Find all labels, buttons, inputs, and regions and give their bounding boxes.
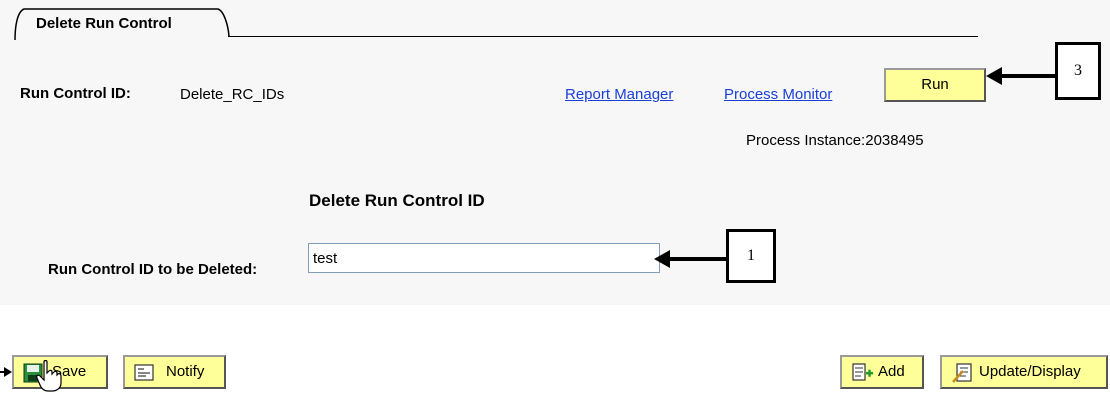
- run-control-id-value: Delete_RC_IDs: [180, 86, 285, 103]
- update-display-button[interactable]: Update/Display: [940, 355, 1108, 389]
- update-display-icon: [952, 363, 972, 383]
- notify-icon: [134, 364, 154, 381]
- tab-delete-run-control[interactable]: Delete Run Control: [14, 7, 230, 41]
- add-icon: [852, 363, 873, 381]
- report-manager-link[interactable]: Report Manager: [565, 86, 673, 103]
- delete-run-control-id-label: Run Control ID to be Deleted:: [48, 261, 258, 278]
- add-label: Add: [878, 363, 905, 380]
- callout-3: 3: [1055, 42, 1101, 100]
- delete-run-control-id-input[interactable]: [308, 243, 660, 273]
- process-instance: Process Instance:2038495: [746, 132, 924, 149]
- tab-label: Delete Run Control: [36, 15, 172, 32]
- add-button[interactable]: Add: [840, 355, 924, 389]
- hand-cursor-icon: [36, 360, 62, 392]
- callout-arrow-1: [654, 250, 727, 268]
- callout-1: 1: [726, 229, 776, 283]
- run-button[interactable]: Run: [884, 68, 986, 102]
- run-control-id-label: Run Control ID:: [20, 85, 131, 102]
- process-monitor-link[interactable]: Process Monitor: [724, 86, 832, 103]
- arrow-fragment-icon: [0, 367, 12, 377]
- update-display-label: Update/Display: [979, 363, 1081, 380]
- notify-label: Notify: [166, 363, 205, 380]
- callout-arrow-3: [986, 67, 1056, 85]
- section-title: Delete Run Control ID: [309, 191, 485, 210]
- notify-button[interactable]: Notify: [123, 355, 226, 389]
- tab-underline: [228, 36, 978, 37]
